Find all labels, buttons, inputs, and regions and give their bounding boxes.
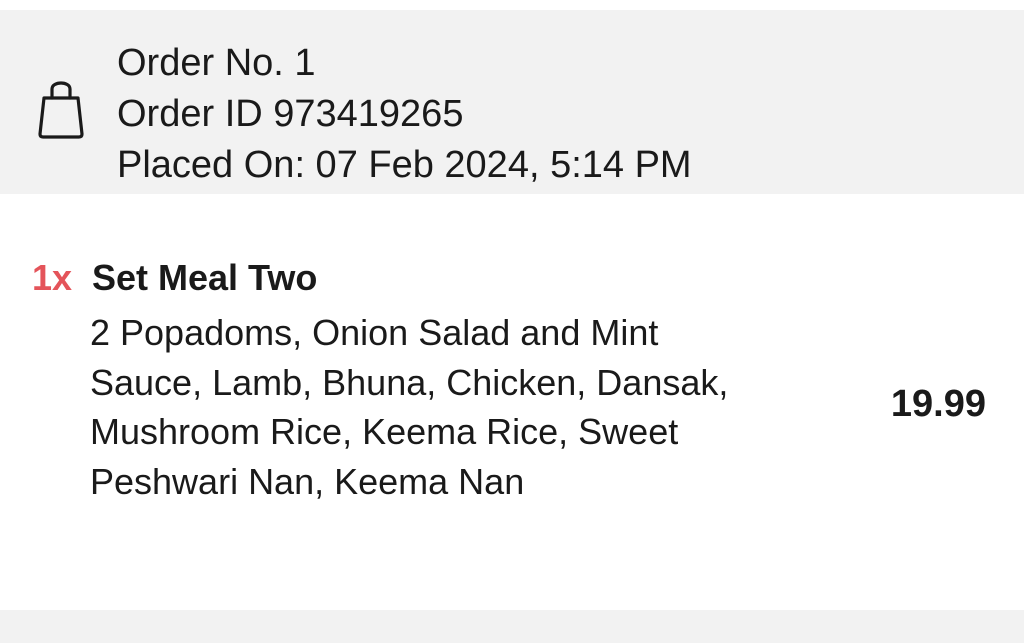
order-detail-page: Order No. 1 Order ID 973419265 Placed On… [0, 0, 1024, 643]
order-meta: Order No. 1 Order ID 973419265 Placed On… [117, 38, 692, 191]
shopping-bag-icon [38, 81, 84, 139]
item-quantity: 1x [32, 257, 73, 298]
order-item: 1x Set Meal Two 2 Popadoms, Onion Salad … [0, 194, 1024, 610]
item-name: Set Meal Two [92, 257, 318, 298]
order-placed-on: Placed On: 07 Feb 2024, 5:14 PM [117, 144, 692, 186]
section-divider [0, 610, 1024, 643]
order-id: Order ID 973419265 [117, 93, 464, 135]
order-header: Order No. 1 Order ID 973419265 Placed On… [0, 10, 1024, 194]
order-number: Order No. 1 [117, 42, 316, 84]
item-price: 19.99 [890, 383, 986, 425]
item-description: 2 Popadoms, Onion Salad and Mint Sauce, … [90, 312, 729, 502]
